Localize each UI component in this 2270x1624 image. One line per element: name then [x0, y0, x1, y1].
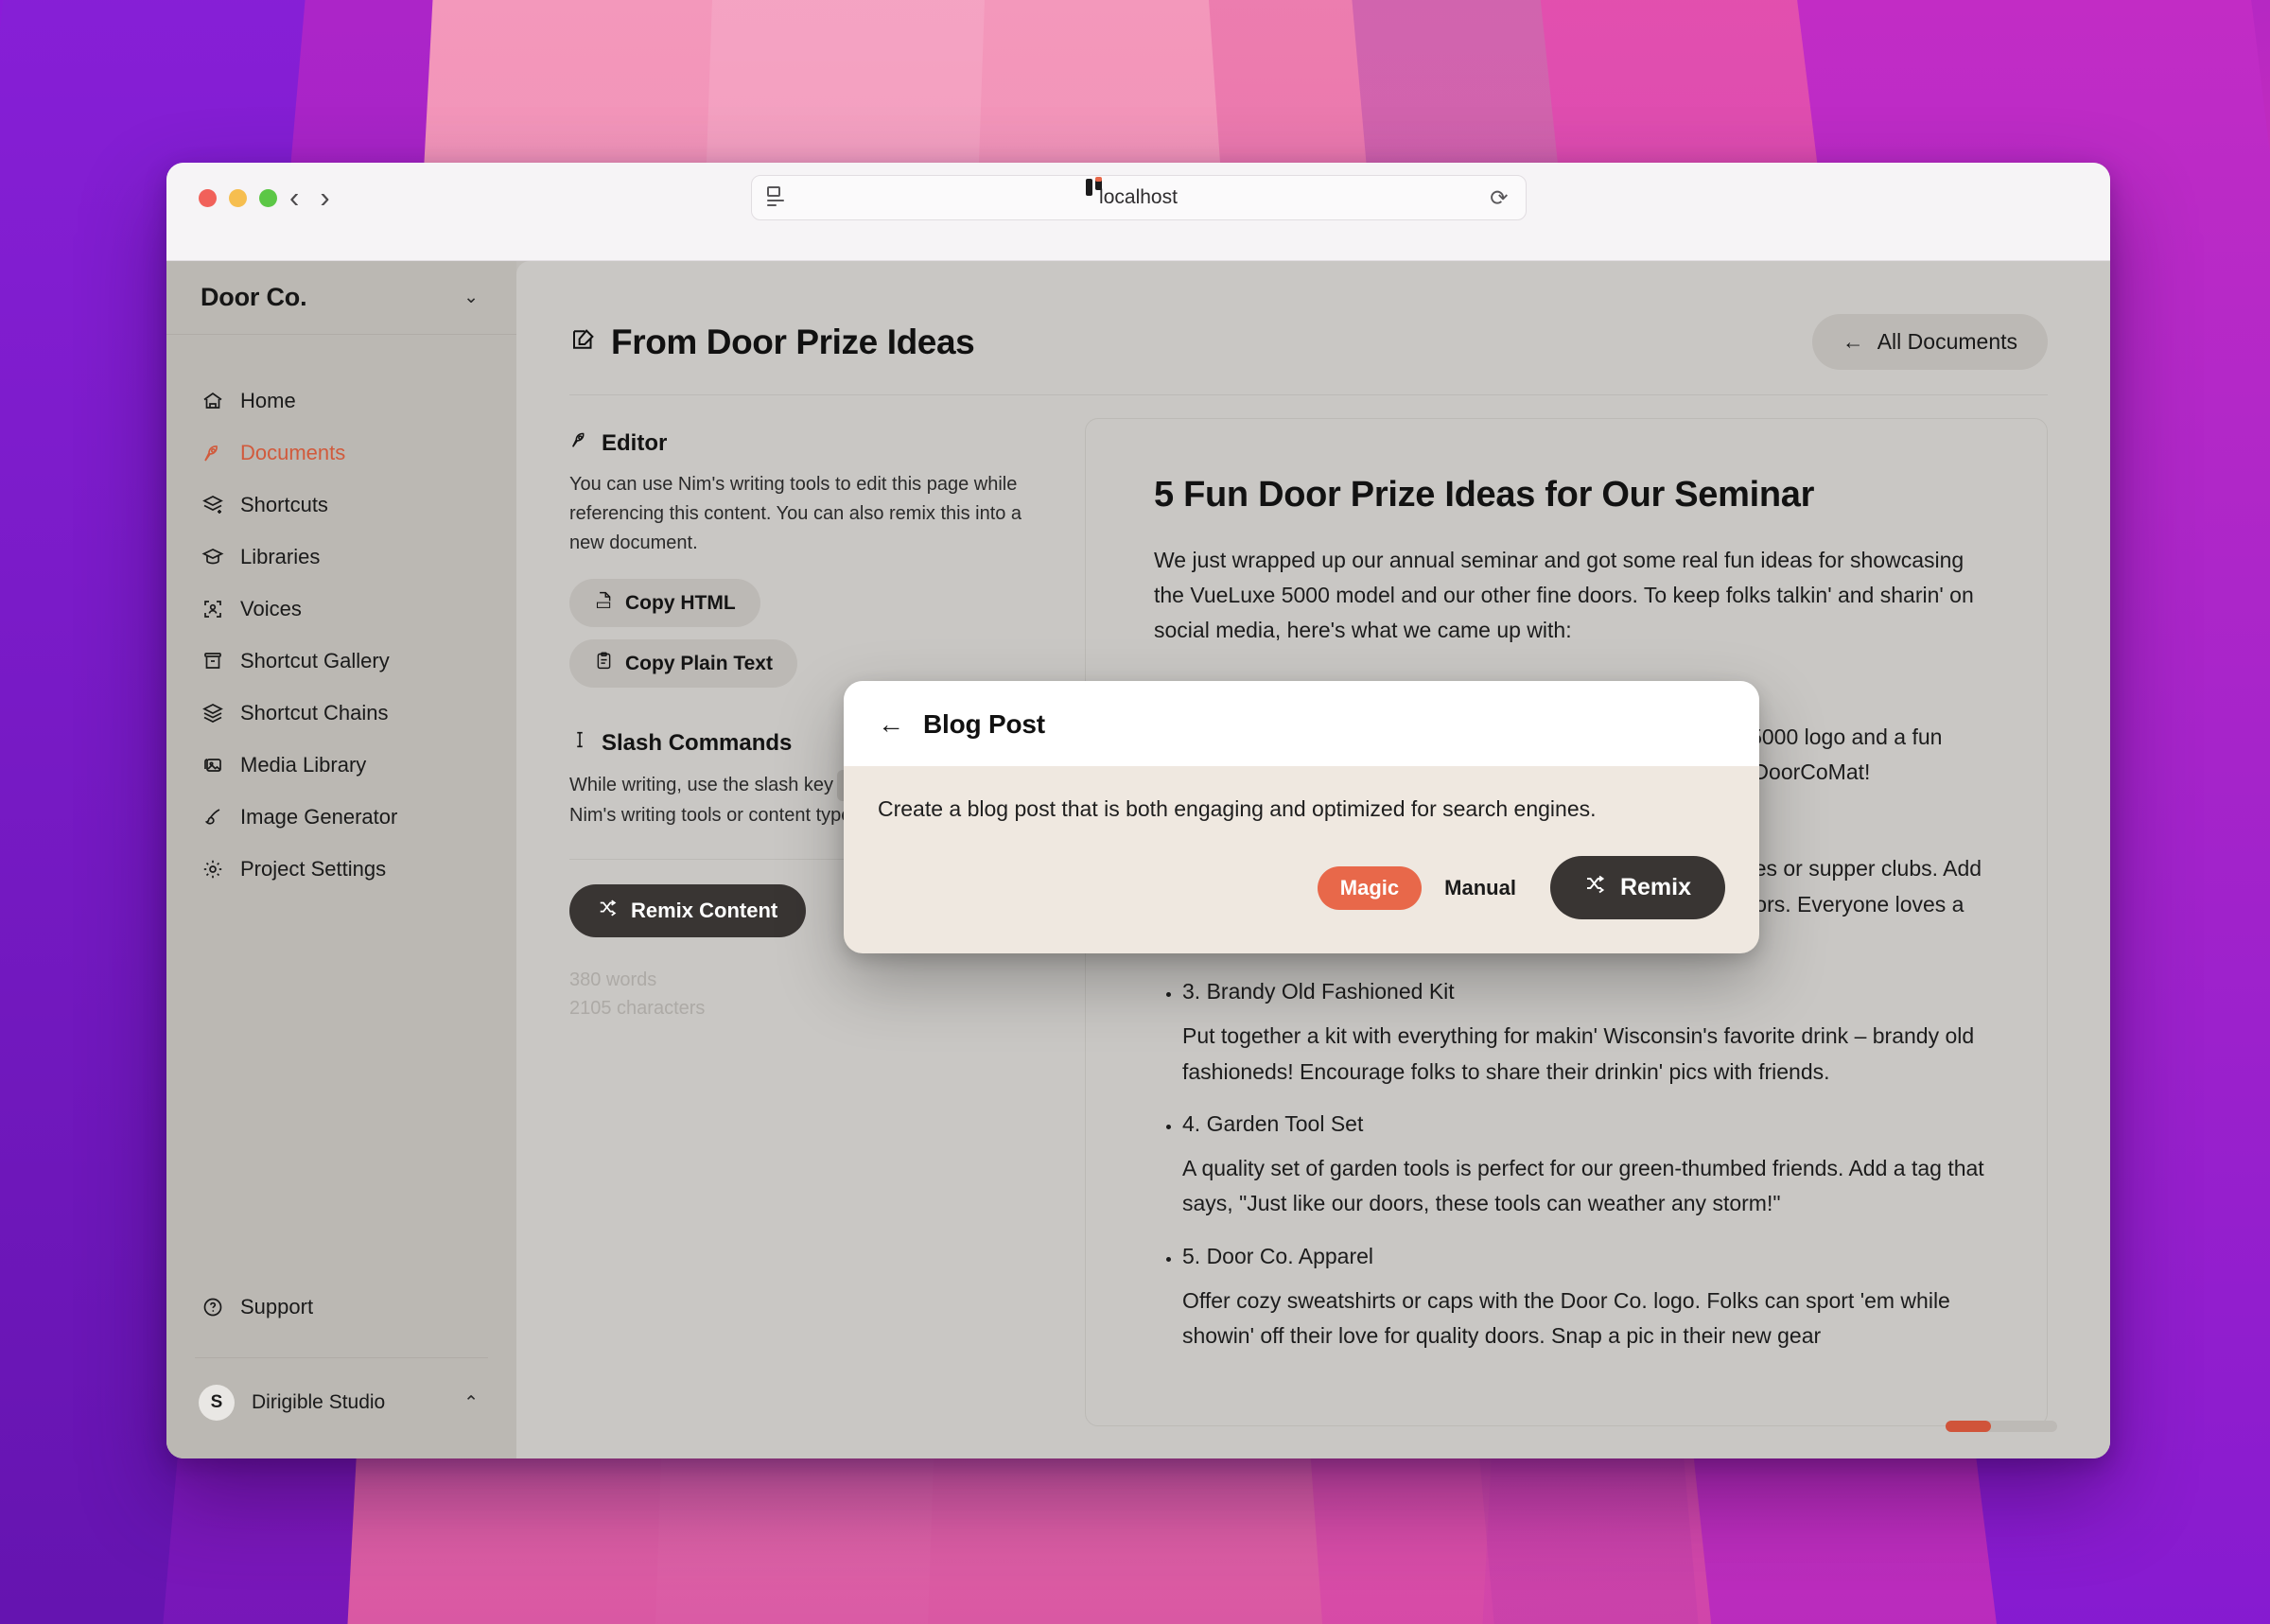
- mode-manual-option[interactable]: Manual: [1427, 866, 1533, 910]
- back-arrow-icon[interactable]: ←: [878, 711, 904, 738]
- modal-remix-label: Remix: [1620, 874, 1691, 901]
- mode-magic-option[interactable]: Magic: [1318, 866, 1422, 910]
- modal-body: Create a blog post that is both engaging…: [844, 766, 1759, 953]
- shuffle-icon: [1584, 873, 1607, 902]
- blog-post-modal: ← Blog Post Create a blog post that is b…: [844, 681, 1759, 953]
- modal-header: ← Blog Post: [844, 681, 1759, 766]
- mode-toggle[interactable]: Magic Manual: [1318, 866, 1533, 910]
- modal-description: Create a blog post that is both engaging…: [878, 796, 1725, 822]
- modal-actions: Magic Manual Remix: [878, 856, 1725, 919]
- modal-title: Blog Post: [923, 709, 1045, 740]
- modal-remix-button[interactable]: Remix: [1550, 856, 1725, 919]
- browser-window: ‹ › localhost ⟳ Nim GPT Door Co. ⌄ Home: [166, 163, 2110, 1458]
